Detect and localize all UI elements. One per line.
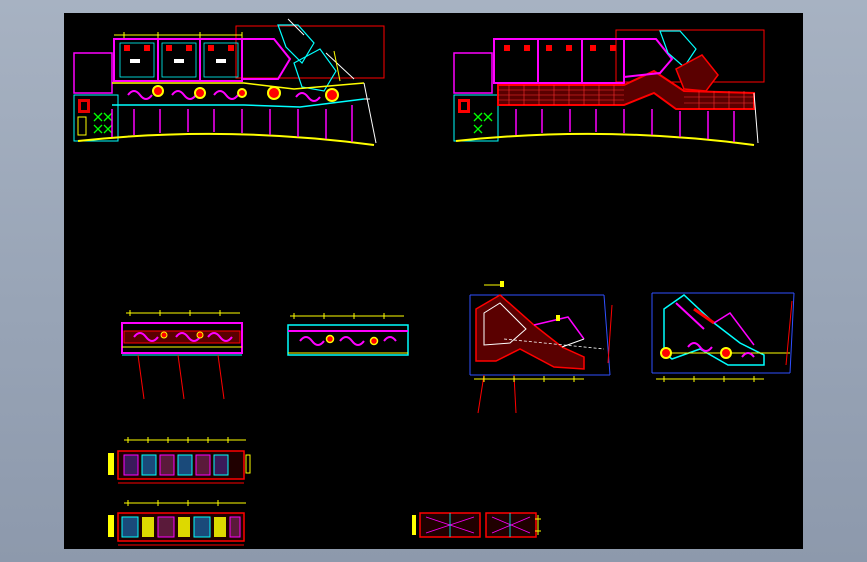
corner-detail-1[interactable] [469,281,613,414]
application-frame [0,0,867,562]
floor-plan-1[interactable] [73,18,385,146]
floor-plan-2[interactable] [453,29,765,146]
section-detail-2[interactable] [287,313,409,356]
cad-drawing [73,18,795,546]
section-detail-1[interactable] [121,310,243,400]
elevation-strip-3[interactable] [412,512,541,538]
elevation-strip-1[interactable] [108,437,251,484]
elevation-strip-2[interactable] [108,500,246,546]
corner-detail-2[interactable] [651,292,795,382]
drawing-canvas[interactable] [64,13,803,549]
